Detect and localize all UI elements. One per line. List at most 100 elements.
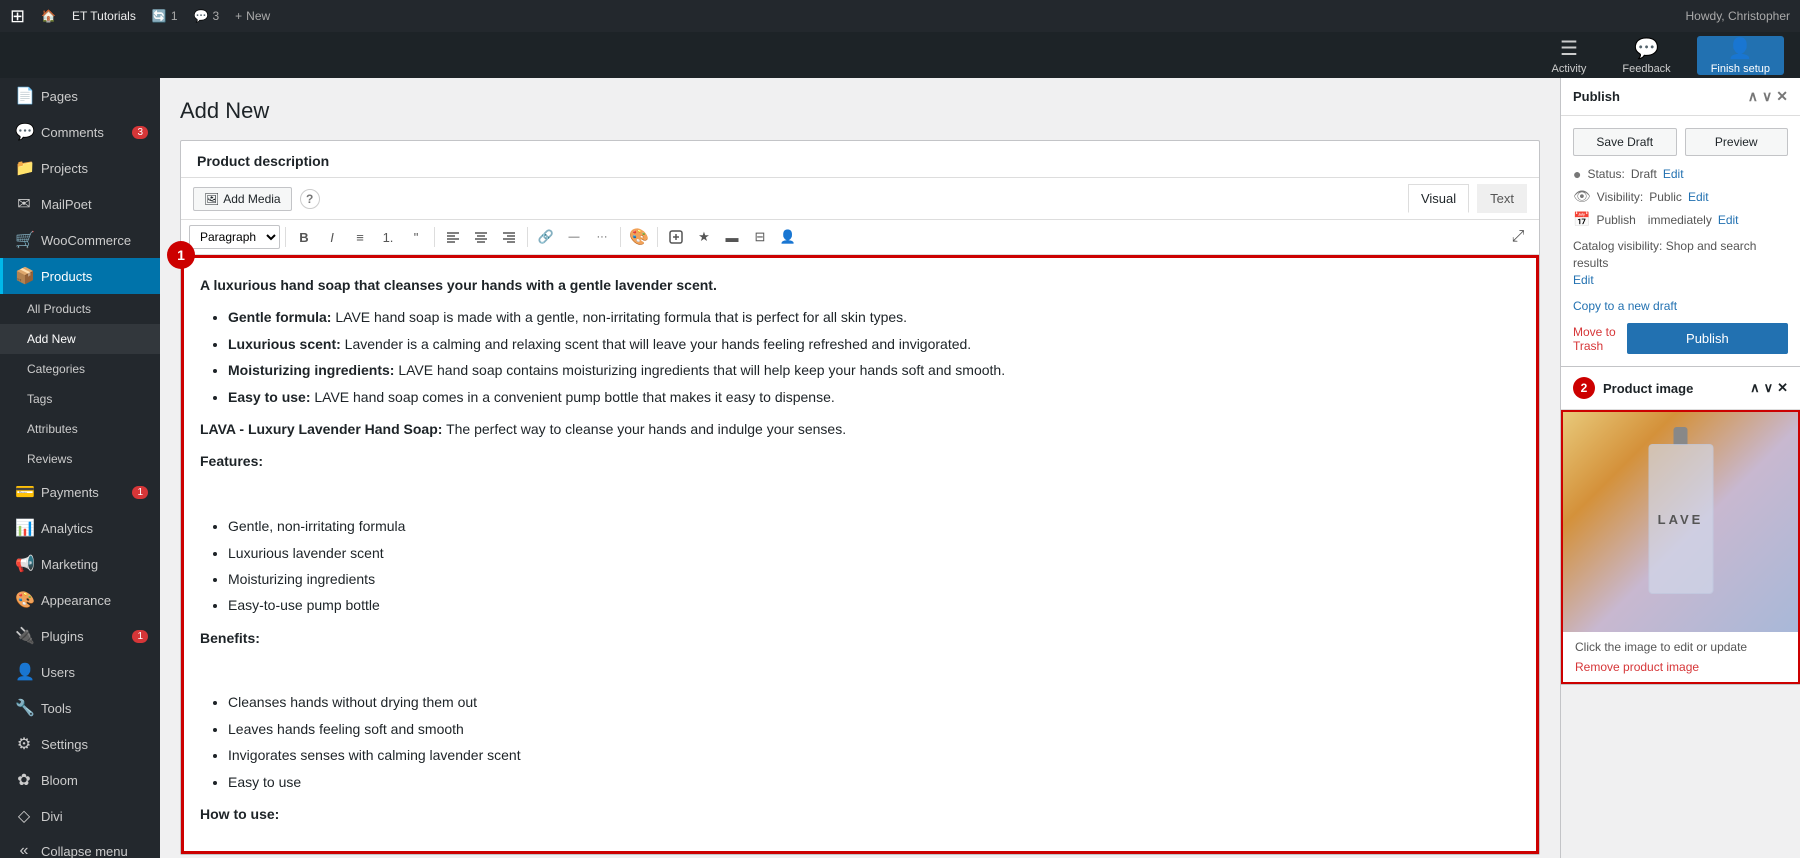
catalog-edit-link[interactable]: Edit <box>1573 273 1594 287</box>
projects-icon: 📁 <box>15 158 33 178</box>
align-center-button[interactable] <box>468 224 494 250</box>
special-btn-2[interactable]: ★ <box>691 224 717 250</box>
updates-icon[interactable]: 🔄 1 <box>152 9 178 23</box>
settings-icon: ⚙ <box>15 734 33 754</box>
product-image-thumbnail[interactable]: LAVE <box>1563 412 1798 632</box>
remove-product-image-link[interactable]: Remove product image <box>1575 660 1699 674</box>
sidebar-item-all-products[interactable]: All Products <box>0 294 160 324</box>
tab-text[interactable]: Text <box>1477 184 1527 213</box>
italic-button[interactable]: I <box>319 224 345 250</box>
appearance-icon: 🎨 <box>15 590 33 610</box>
wp-logo[interactable]: ⊞ <box>10 6 25 27</box>
visibility-edit-link[interactable]: Edit <box>1688 190 1709 204</box>
site-home-icon[interactable]: 🏠 <box>41 9 56 23</box>
special-btn-4[interactable]: ⊟ <box>747 224 773 250</box>
help-button[interactable]: ? <box>300 189 320 209</box>
visibility-label: Visibility: <box>1597 190 1643 204</box>
expand-button[interactable]: ⤢ <box>1505 224 1531 250</box>
users-icon: 👤 <box>15 662 33 682</box>
sidebar-item-appearance[interactable]: 🎨 Appearance <box>0 582 160 618</box>
align-right-button[interactable] <box>496 224 522 250</box>
chevron-down-icon[interactable]: ∨ <box>1762 88 1772 105</box>
benefit-item-1: Cleanses hands without drying them out <box>228 691 1520 713</box>
close-icon[interactable]: ✕ <box>1776 88 1788 105</box>
new-content[interactable]: + New <box>235 9 270 23</box>
feature-item-1: Gentle, non-irritating formula <box>228 515 1520 537</box>
divi-icon: ◇ <box>15 806 33 826</box>
sidebar-item-reviews[interactable]: Reviews <box>0 444 160 474</box>
status-edit-link[interactable]: Edit <box>1663 167 1684 181</box>
chevron-up-icon[interactable]: ∧ <box>1748 88 1758 105</box>
sidebar-item-pages[interactable]: 📄 Pages <box>0 78 160 114</box>
unordered-list-button[interactable]: ≡ <box>347 224 373 250</box>
ordered-list-button[interactable]: 1. <box>375 224 401 250</box>
sidebar-item-mailpoet[interactable]: ✉ MailPoet <box>0 186 160 222</box>
visibility-value: Public <box>1649 190 1682 204</box>
link-button[interactable]: 🔗 <box>533 224 559 250</box>
special-btn-1[interactable] <box>663 224 689 250</box>
sidebar-item-comments[interactable]: 💬 Comments 3 <box>0 114 160 150</box>
move-trash-button[interactable]: Move to Trash <box>1573 325 1627 353</box>
sidebar-item-payments[interactable]: 💳 Payments 1 <box>0 474 160 510</box>
special-btn-5[interactable]: 👤 <box>775 224 801 250</box>
sidebar-item-divi[interactable]: ◇ Divi <box>0 798 160 834</box>
activity-button[interactable]: ☰ Activity <box>1534 32 1605 78</box>
product-image-chevrons[interactable]: ∧ ∨ ✕ <box>1750 380 1788 396</box>
preview-button[interactable]: Preview <box>1685 128 1789 156</box>
sidebar-item-tags[interactable]: Tags <box>0 384 160 414</box>
comments-icon[interactable]: 💬 3 <box>194 9 220 23</box>
sidebar-item-label: Tags <box>27 392 52 406</box>
catalog-label: Catalog visibility: <box>1573 239 1662 253</box>
finish-setup-label: Finish setup <box>1711 63 1770 75</box>
bullet-item-3: Moisturizing ingredients: LAVE hand soap… <box>228 359 1520 381</box>
sidebar-item-users[interactable]: 👤 Users <box>0 654 160 690</box>
copy-draft-button[interactable]: Copy to a new draft <box>1573 299 1677 313</box>
add-media-button[interactable]: 🖼 Add Media <box>193 187 292 211</box>
sidebar-item-categories[interactable]: Categories <box>0 354 160 384</box>
more-button[interactable]: ··· <box>589 224 615 250</box>
feedback-button[interactable]: 💬 Feedback <box>1604 32 1688 78</box>
feature-item-3: Moisturizing ingredients <box>228 568 1520 590</box>
paragraph-select[interactable]: Paragraph <box>189 225 280 249</box>
sidebar-item-plugins[interactable]: 🔌 Plugins 1 <box>0 618 160 654</box>
sidebar-item-label: Plugins <box>41 629 84 644</box>
finish-setup-button[interactable]: 👤 Finish setup <box>1697 36 1784 75</box>
align-left-button[interactable] <box>440 224 466 250</box>
pages-icon: 📄 <box>15 86 33 106</box>
color-picker-button[interactable]: 🎨 <box>626 224 652 250</box>
bold-button[interactable]: B <box>291 224 317 250</box>
sidebar-item-add-new[interactable]: Add New <box>0 324 160 354</box>
status-icon: ● <box>1573 166 1581 182</box>
hr-button[interactable]: — <box>561 224 587 250</box>
benefits-title: Benefits: <box>200 627 1520 649</box>
toolbar-separator-3 <box>527 227 528 247</box>
status-row: ● Status: Draft Edit <box>1573 166 1788 182</box>
sidebar-item-products[interactable]: 📦 Products <box>0 258 160 294</box>
add-media-label: Add Media <box>223 192 280 206</box>
publish-button[interactable]: Publish <box>1627 323 1788 354</box>
sidebar-item-label: All Products <box>27 302 91 316</box>
product-image-chevron-down[interactable]: ∨ <box>1764 380 1774 396</box>
product-image-close[interactable]: ✕ <box>1777 380 1788 396</box>
sidebar-item-analytics[interactable]: 📊 Analytics <box>0 510 160 546</box>
blockquote-button[interactable]: " <box>403 224 429 250</box>
sidebar-item-tools[interactable]: 🔧 Tools <box>0 690 160 726</box>
save-draft-button[interactable]: Save Draft <box>1573 128 1677 156</box>
editor-content[interactable]: A luxurious hand soap that cleanses your… <box>181 255 1539 854</box>
special-btn-3[interactable]: ▬ <box>719 224 745 250</box>
toolbar-separator-1 <box>285 227 286 247</box>
sidebar-item-settings[interactable]: ⚙ Settings <box>0 726 160 762</box>
publish-panel-chevrons[interactable]: ∧ ∨ ✕ <box>1748 88 1788 105</box>
sidebar-item-attributes[interactable]: Attributes <box>0 414 160 444</box>
site-name[interactable]: ET Tutorials <box>72 9 136 23</box>
product-image-chevron-up[interactable]: ∧ <box>1750 380 1760 396</box>
sidebar-item-collapse[interactable]: « Collapse menu <box>0 834 160 858</box>
sidebar-item-woocommerce[interactable]: 🛒 WooCommerce <box>0 222 160 258</box>
bottle-label: LAVE <box>1658 512 1704 527</box>
tab-visual[interactable]: Visual <box>1408 184 1469 213</box>
sidebar-item-marketing[interactable]: 📢 Marketing <box>0 546 160 582</box>
sidebar-item-projects[interactable]: 📁 Projects <box>0 150 160 186</box>
publish-time-edit-link[interactable]: Edit <box>1718 213 1739 227</box>
sidebar-item-bloom[interactable]: ✿ Bloom <box>0 762 160 798</box>
sidebar-item-label: Divi <box>41 809 63 824</box>
